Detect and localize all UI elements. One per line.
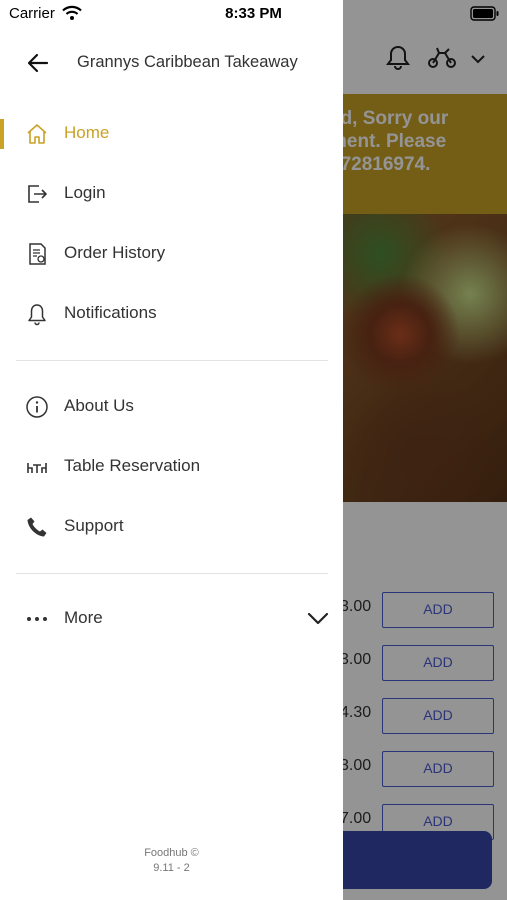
bell-icon xyxy=(25,302,49,326)
drawer-header: Grannys Caribbean Takeaway xyxy=(0,40,343,86)
menu-label: Support xyxy=(64,516,124,535)
menu-item-more[interactable]: More xyxy=(0,594,343,644)
app-version-footer: Foodhub © 9.11 - 2 xyxy=(0,846,343,876)
menu-label: More xyxy=(64,608,103,627)
menu-label: Notifications xyxy=(64,303,157,322)
menu-label: Home xyxy=(64,123,110,142)
menu-item-home[interactable]: Home xyxy=(0,109,343,159)
back-arrow-icon[interactable] xyxy=(26,51,50,80)
table-icon xyxy=(25,455,49,479)
phone-icon xyxy=(25,515,49,539)
divider xyxy=(16,360,328,361)
status-time: 8:33 PM xyxy=(225,5,282,22)
navigation-drawer: Grannys Caribbean Takeaway Home Login Or… xyxy=(0,0,343,900)
status-bar: Carrier 8:33 PM xyxy=(0,0,507,28)
home-icon xyxy=(25,122,49,146)
menu-label: Order History xyxy=(64,243,166,262)
footer-version: 9.11 - 2 xyxy=(153,862,190,874)
menu-item-notifications[interactable]: Notifications xyxy=(0,289,343,339)
more-icon xyxy=(25,607,49,631)
restaurant-title: Grannys Caribbean Takeaway xyxy=(77,53,298,71)
menu-label: Login xyxy=(64,183,106,202)
chevron-down-icon[interactable] xyxy=(307,610,329,631)
battery-icon xyxy=(470,6,500,26)
order-history-icon xyxy=(25,242,49,266)
login-icon xyxy=(25,182,49,206)
menu-item-order-history[interactable]: Order History xyxy=(0,229,343,279)
info-icon xyxy=(25,395,49,419)
footer-brand: Foodhub © xyxy=(144,847,199,859)
menu-item-support[interactable]: Support xyxy=(0,502,343,552)
menu-label: About Us xyxy=(64,396,134,415)
menu-item-table-reservation[interactable]: Table Reservation xyxy=(0,442,343,492)
menu-label: Table Reservation xyxy=(64,456,201,475)
divider xyxy=(16,573,328,574)
menu-item-login[interactable]: Login xyxy=(0,169,343,219)
active-indicator xyxy=(0,119,4,149)
menu-item-about-us[interactable]: About Us xyxy=(0,382,343,432)
